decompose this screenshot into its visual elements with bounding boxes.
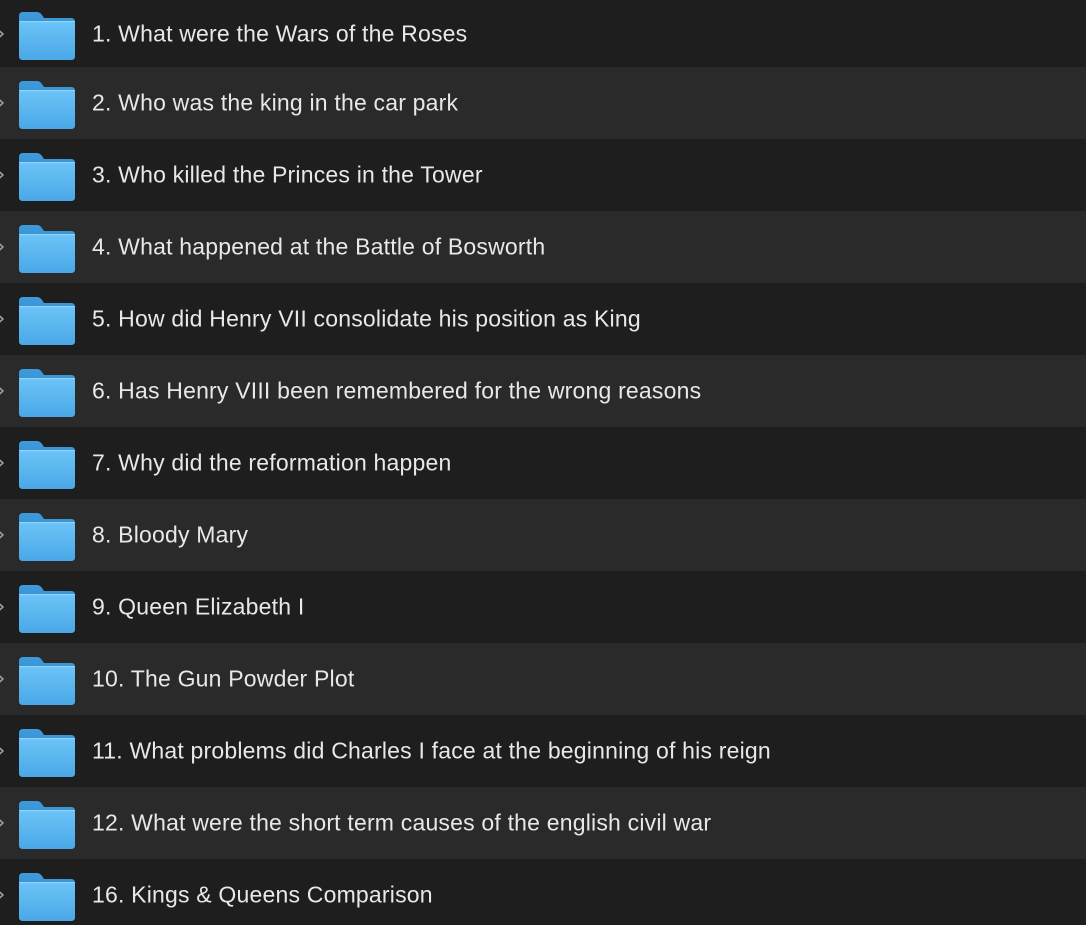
folder-name: 6. Has Henry VIII been remembered for th… xyxy=(92,377,702,404)
folder-row[interactable]: 16. Kings & Queens Comparison xyxy=(0,859,1086,925)
folder-icon xyxy=(17,295,77,347)
folder-icon xyxy=(17,79,77,131)
folder-row[interactable]: 3. Who killed the Princes in the Tower xyxy=(0,139,1086,211)
folder-name: 7. Why did the reformation happen xyxy=(92,449,452,476)
folder-row[interactable]: 7. Why did the reformation happen xyxy=(0,427,1086,499)
folder-icon xyxy=(17,655,77,707)
folder-icon xyxy=(17,727,77,779)
folder-name: 2. Who was the king in the car park xyxy=(92,89,459,116)
folder-name: 4. What happened at the Battle of Boswor… xyxy=(92,233,546,260)
folder-icon xyxy=(17,799,77,851)
folder-icon xyxy=(17,10,77,62)
folder-icon xyxy=(17,511,77,563)
folder-row[interactable]: 1. What were the Wars of the Roses xyxy=(0,0,1086,67)
chevron-right-icon[interactable] xyxy=(0,98,6,108)
folder-list: 1. What were the Wars of the Roses 2. Wh… xyxy=(0,0,1086,925)
chevron-right-icon[interactable] xyxy=(0,890,6,900)
chevron-right-icon[interactable] xyxy=(0,314,6,324)
folder-row[interactable]: 11. What problems did Charles I face at … xyxy=(0,715,1086,787)
folder-name: 16. Kings & Queens Comparison xyxy=(92,881,433,908)
chevron-right-icon[interactable] xyxy=(0,818,6,828)
chevron-right-icon[interactable] xyxy=(0,386,6,396)
folder-row[interactable]: 6. Has Henry VIII been remembered for th… xyxy=(0,355,1086,427)
folder-icon xyxy=(17,367,77,419)
folder-icon xyxy=(17,583,77,635)
folder-icon xyxy=(17,223,77,275)
folder-name: 12. What were the short term causes of t… xyxy=(92,809,712,836)
folder-row[interactable]: 5. How did Henry VII consolidate his pos… xyxy=(0,283,1086,355)
folder-name: 5. How did Henry VII consolidate his pos… xyxy=(92,305,641,332)
folder-icon xyxy=(17,871,77,923)
folder-name: 3. Who killed the Princes in the Tower xyxy=(92,161,483,188)
folder-name: 9. Queen Elizabeth I xyxy=(92,593,305,620)
folder-row[interactable]: 4. What happened at the Battle of Boswor… xyxy=(0,211,1086,283)
chevron-right-icon[interactable] xyxy=(0,602,6,612)
chevron-right-icon[interactable] xyxy=(0,170,6,180)
chevron-right-icon[interactable] xyxy=(0,530,6,540)
chevron-right-icon[interactable] xyxy=(0,746,6,756)
folder-name: 8. Bloody Mary xyxy=(92,521,249,548)
folder-row[interactable]: 10. The Gun Powder Plot xyxy=(0,643,1086,715)
folder-name: 1. What were the Wars of the Roses xyxy=(92,20,468,46)
folder-row[interactable]: 12. What were the short term causes of t… xyxy=(0,787,1086,859)
chevron-right-icon[interactable] xyxy=(0,242,6,252)
chevron-right-icon[interactable] xyxy=(0,29,6,39)
folder-row[interactable]: 8. Bloody Mary xyxy=(0,499,1086,571)
folder-icon xyxy=(17,151,77,203)
chevron-right-icon[interactable] xyxy=(0,674,6,684)
folder-name: 11. What problems did Charles I face at … xyxy=(92,737,771,764)
chevron-right-icon[interactable] xyxy=(0,458,6,468)
folder-icon xyxy=(17,439,77,491)
folder-row[interactable]: 2. Who was the king in the car park xyxy=(0,67,1086,139)
folder-row[interactable]: 9. Queen Elizabeth I xyxy=(0,571,1086,643)
folder-name: 10. The Gun Powder Plot xyxy=(92,665,355,692)
